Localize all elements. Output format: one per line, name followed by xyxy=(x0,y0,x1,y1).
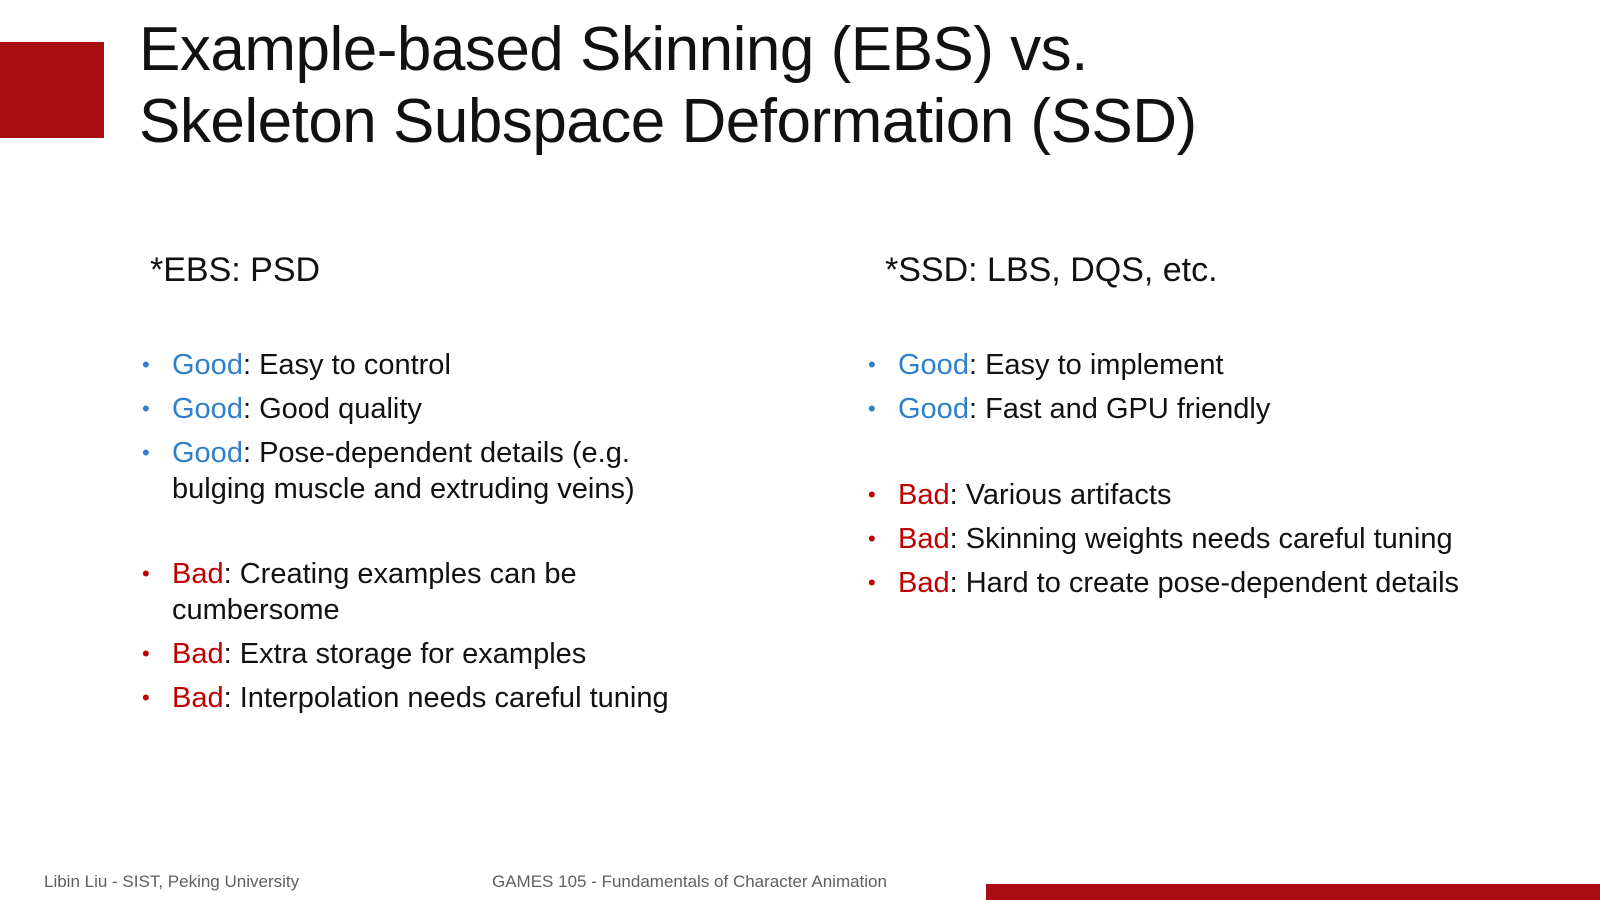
item-text: : Creating examples can be xyxy=(223,558,577,590)
list-item: • Good: Easy to implement xyxy=(868,347,1270,383)
good-label: Good xyxy=(172,349,243,381)
bullet-icon: • xyxy=(142,352,150,377)
ssd-bad-list: • Bad: Various artifacts • Bad: Skinning… xyxy=(868,477,1459,601)
item-text: : Skinning weights needs careful tuning xyxy=(949,523,1453,555)
list-item: • Bad: Creating examples can be cumberso… xyxy=(142,556,669,628)
title-accent-block xyxy=(0,42,104,138)
list-item: • Good: Good quality xyxy=(142,391,635,427)
list-item: • Good: Easy to control xyxy=(142,347,635,383)
item-text-continued: cumbersome xyxy=(172,594,340,626)
item-text: : Hard to create pose-dependent details xyxy=(949,567,1460,599)
bad-label: Bad xyxy=(898,479,950,511)
item-text: : Interpolation needs careful tuning xyxy=(223,682,669,714)
item-text: : Easy to control xyxy=(242,349,451,381)
footer-course: GAMES 105 - Fundamentals of Character An… xyxy=(492,872,887,891)
bullet-icon: • xyxy=(868,570,876,595)
slide-title-line-1: Example-based Skinning (EBS) vs. xyxy=(139,15,1088,84)
item-text: : Fast and GPU friendly xyxy=(968,393,1271,425)
item-text: : Extra storage for examples xyxy=(223,638,587,670)
slide-title: Example-based Skinning (EBS) vs. Skeleto… xyxy=(139,14,1539,158)
ebs-bad-list: • Bad: Creating examples can be cumberso… xyxy=(142,556,669,716)
good-label: Good xyxy=(898,349,969,381)
ebs-good-list: • Good: Easy to control • Good: Good qua… xyxy=(142,347,635,507)
footer-author: Libin Liu - SIST, Peking University xyxy=(44,872,300,891)
bad-label: Bad xyxy=(898,567,950,599)
good-label: Good xyxy=(898,393,969,425)
list-item: • Bad: Extra storage for examples xyxy=(142,636,669,672)
list-item: • Bad: Various artifacts xyxy=(868,477,1459,513)
list-item: • Good: Fast and GPU friendly xyxy=(868,391,1270,427)
item-text: : Good quality xyxy=(242,393,422,425)
slide-title-line-2: Skeleton Subspace Deformation (SSD) xyxy=(139,87,1197,156)
good-label: Good xyxy=(172,437,243,469)
bullet-icon: • xyxy=(142,685,150,710)
bullet-icon: • xyxy=(142,440,150,465)
bullet-icon: • xyxy=(868,482,876,507)
bad-label: Bad xyxy=(172,682,224,714)
bullet-icon: • xyxy=(142,396,150,421)
item-text-continued: bulging muscle and extruding veins) xyxy=(172,473,635,505)
bullet-icon: • xyxy=(868,396,876,421)
ssd-good-list: • Good: Easy to implement • Good: Fast a… xyxy=(868,347,1270,427)
list-item: • Bad: Interpolation needs careful tunin… xyxy=(142,680,669,716)
list-item: • Good: Pose-dependent details (e.g. bul… xyxy=(142,435,635,507)
bullet-icon: • xyxy=(868,352,876,377)
item-text: : Various artifacts xyxy=(949,479,1172,511)
bad-label: Bad xyxy=(172,558,224,590)
item-text: : Easy to implement xyxy=(968,349,1224,381)
list-item: • Bad: Hard to create pose-dependent det… xyxy=(868,565,1459,601)
bad-label: Bad xyxy=(172,638,224,670)
bullet-icon: • xyxy=(142,561,150,586)
good-label: Good xyxy=(172,393,243,425)
bullet-icon: • xyxy=(142,641,150,666)
ssd-heading: *SSD: LBS, DQS, etc. xyxy=(885,251,1218,289)
footer-accent-bar xyxy=(986,884,1600,900)
bad-label: Bad xyxy=(898,523,950,555)
list-item: • Bad: Skinning weights needs careful tu… xyxy=(868,521,1459,557)
bullet-icon: • xyxy=(868,526,876,551)
ebs-heading: *EBS: PSD xyxy=(150,251,321,289)
item-text: : Pose-dependent details (e.g. xyxy=(242,437,630,469)
